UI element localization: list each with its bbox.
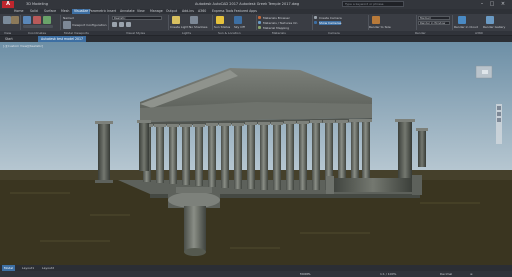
title-bar: A 3D Modeling Autodesk AutoCAD 2017 Auto… xyxy=(0,0,512,9)
material-mapping-label[interactable]: Material Mapping xyxy=(263,26,289,30)
xray-icon[interactable] xyxy=(126,22,131,27)
ucs-options-icon[interactable] xyxy=(23,25,53,28)
show-cameras-label[interactable]: Show Cameras xyxy=(319,21,342,25)
render-in-cloud-icon[interactable] xyxy=(458,16,466,24)
render-gallery-label[interactable]: Render Gallery xyxy=(483,25,505,29)
sky-off-icon[interactable] xyxy=(234,16,242,24)
group-title-camera: Camera xyxy=(328,31,340,35)
no-shadows-label[interactable]: No Shadows xyxy=(189,25,207,29)
edge-icon[interactable] xyxy=(119,22,124,27)
group-title-a360: A360 xyxy=(475,31,483,35)
annotation-scale[interactable]: 1:1 / 100% xyxy=(380,271,396,277)
ribbon-group-coordinates xyxy=(20,15,61,30)
no-shadows-icon[interactable] xyxy=(190,16,198,24)
materials-textures-icon[interactable] xyxy=(258,21,261,24)
ribbon-group-model-viewports: Named Viewport Configuration xyxy=(60,15,109,30)
named-views-label[interactable]: Named xyxy=(63,16,74,20)
viewport-config-label[interactable]: Viewport Configuration xyxy=(72,23,107,27)
pan-icon[interactable] xyxy=(497,106,501,110)
shade-icon[interactable] xyxy=(112,22,117,27)
navigation-bar[interactable] xyxy=(496,104,502,144)
sun-status-icon[interactable] xyxy=(216,16,224,24)
group-title-sun: Sun & Location xyxy=(218,31,241,35)
show-cameras-icon[interactable] xyxy=(314,21,317,24)
sun-status-label[interactable]: Sun Status xyxy=(214,25,230,29)
close-icon[interactable]: × xyxy=(499,1,507,8)
render-to-size-icon[interactable] xyxy=(372,16,380,24)
render-gallery-icon[interactable] xyxy=(486,16,494,24)
render-in-window-dropdown[interactable]: Render in Window xyxy=(418,21,450,25)
create-camera-icon[interactable] xyxy=(314,16,317,19)
orbit-icon[interactable] xyxy=(497,118,501,122)
group-title-coordinates: Coordinates xyxy=(28,31,47,35)
group-title-materials: Materials xyxy=(272,31,286,35)
status-bar: MODEL 1:1 / 100% Decimal ≡ xyxy=(0,271,512,277)
workspace-selector[interactable]: 3D Modeling xyxy=(26,2,48,6)
group-title-render: Render xyxy=(415,31,426,35)
ribbon-group-camera: Create Camera Show Cameras xyxy=(312,15,369,30)
ribbon-group-visual-styles: Realistic xyxy=(108,15,169,30)
group-title-lights: Lights xyxy=(182,31,192,35)
materials-browser-icon[interactable] xyxy=(258,16,261,19)
drawing-viewport[interactable] xyxy=(0,42,512,265)
ucs-icon[interactable] xyxy=(23,16,31,24)
app-logo[interactable]: A xyxy=(2,1,14,8)
zoom-icon[interactable] xyxy=(497,112,501,116)
ribbon-group-materials: Materials Browser Materials / Textures O… xyxy=(256,15,313,30)
sky-off-label[interactable]: Sky Off xyxy=(234,25,245,29)
ucs-origin-icon[interactable] xyxy=(43,16,51,24)
units-label[interactable]: Decimal xyxy=(440,271,452,277)
materials-browser-label[interactable]: Materials Browser xyxy=(263,16,290,20)
temple-scene xyxy=(0,42,512,265)
view-cube-icon[interactable] xyxy=(3,16,11,24)
customize-icon[interactable]: ≡ xyxy=(470,271,473,277)
material-mapping-icon[interactable] xyxy=(258,26,261,29)
group-title-visual-styles: Visual Styles xyxy=(126,31,146,35)
maximize-icon[interactable]: □ xyxy=(488,1,496,8)
minimize-icon[interactable]: – xyxy=(478,1,486,8)
window-title: Autodesk AutoCAD 2017 Autodesk Greek Tem… xyxy=(195,2,300,6)
render-quality-dropdown[interactable]: Medium xyxy=(418,16,450,20)
viewport-controls-label[interactable]: [-][Custom View][Realistic] xyxy=(3,44,43,48)
search-input[interactable]: Type a keyword or phrase xyxy=(342,1,404,7)
camera-view-icon[interactable] xyxy=(11,16,19,24)
create-light-label[interactable]: Create Light xyxy=(170,25,188,29)
fallen-column-right xyxy=(326,175,422,195)
viewport-config-icon[interactable] xyxy=(63,21,71,29)
render-in-cloud-label[interactable]: Render in Cloud xyxy=(454,25,478,29)
visual-style-dropdown[interactable]: Realistic xyxy=(112,16,162,20)
ribbon-group-sun: Sun Status Sky Off xyxy=(212,15,257,30)
ribbon-group-view xyxy=(0,15,21,30)
viewcube-icon[interactable] xyxy=(475,65,493,79)
ribbon-group-lights: Create Light No Shadows xyxy=(168,15,213,30)
render-to-size-label[interactable]: Render to Size xyxy=(369,25,391,29)
group-title-view: View xyxy=(4,31,12,35)
model-space-toggle[interactable]: MODEL xyxy=(300,271,311,277)
group-title-model-viewports: Model Viewports xyxy=(64,31,89,35)
create-camera-label[interactable]: Create Camera xyxy=(319,16,342,20)
create-light-icon[interactable] xyxy=(172,16,180,24)
materials-textures-label[interactable]: Materials / Textures On xyxy=(263,21,297,25)
ribbon-group-titles: View Coordinates Model Viewports Visual … xyxy=(0,31,512,35)
ucs-world-icon[interactable] xyxy=(33,16,41,24)
ribbon-group-a360: Render in Cloud Render Gallery xyxy=(452,15,512,30)
ribbon-group-render-settings: Medium Render in Window xyxy=(416,15,453,30)
ribbon-group-render: Render to Size xyxy=(368,15,417,30)
